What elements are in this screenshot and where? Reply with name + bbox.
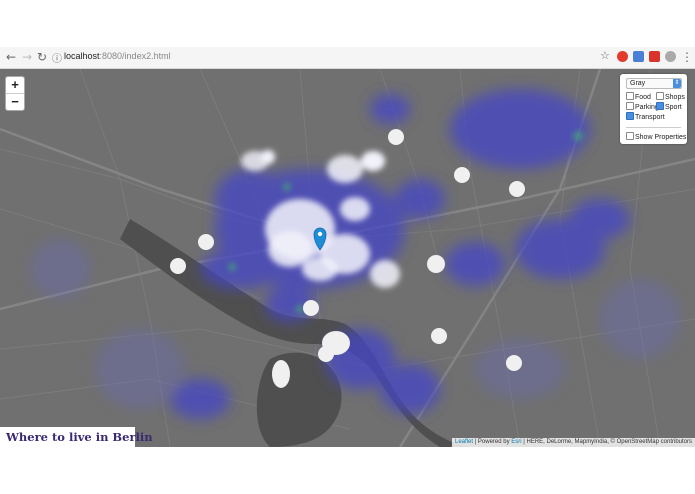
layer-parking[interactable]: Parking bbox=[626, 102, 659, 112]
zoom-out-button[interactable]: − bbox=[6, 93, 24, 110]
basemap-select[interactable]: Gray ⇕ bbox=[626, 78, 682, 89]
address-bar[interactable]: ⓘ localhost:8080/index2.html bbox=[50, 49, 615, 65]
map-canvas[interactable]: + − Gray ⇕ Food Shops Parking Sport Tran… bbox=[0, 69, 695, 447]
layer-food[interactable]: Food bbox=[626, 92, 651, 102]
show-properties-toggle[interactable]: Show Properties bbox=[626, 132, 686, 142]
gear-extension-icon[interactable] bbox=[665, 51, 676, 62]
esri-link[interactable]: Esri bbox=[511, 439, 521, 445]
reload-icon[interactable]: ↻ bbox=[35, 50, 49, 64]
map-svg bbox=[0, 69, 695, 447]
menu-kebab-icon[interactable]: ⋮ bbox=[680, 50, 694, 64]
leaflet-link[interactable]: Leaflet bbox=[455, 439, 473, 445]
layer-shops[interactable]: Shops bbox=[656, 92, 685, 102]
back-icon[interactable]: ← bbox=[4, 50, 18, 64]
food-checkbox[interactable] bbox=[626, 92, 634, 100]
forward-icon[interactable]: → bbox=[20, 50, 34, 64]
select-arrow-icon: ⇕ bbox=[673, 79, 681, 88]
translate-extension-icon[interactable] bbox=[633, 51, 644, 62]
bookmark-star-icon[interactable]: ☆ bbox=[600, 49, 610, 62]
show-properties-checkbox[interactable] bbox=[626, 132, 634, 140]
opera-extension-icon[interactable] bbox=[617, 51, 628, 62]
parking-checkbox[interactable] bbox=[626, 102, 634, 110]
url-text: localhost:8080/index2.html bbox=[64, 51, 171, 61]
info-icon[interactable]: ⓘ bbox=[52, 50, 62, 65]
layer-sport[interactable]: Sport bbox=[656, 102, 682, 112]
transport-checkbox[interactable] bbox=[626, 112, 634, 120]
browser-toolbar: ← → ↻ ⓘ localhost:8080/index2.html ☆ ⋮ bbox=[0, 47, 695, 69]
divider bbox=[626, 127, 681, 128]
layer-control-panel: Gray ⇕ Food Shops Parking Sport Transpor… bbox=[620, 74, 687, 144]
sport-checkbox[interactable] bbox=[656, 102, 664, 110]
red-extension-icon[interactable] bbox=[649, 51, 660, 62]
layer-transport[interactable]: Transport bbox=[626, 112, 665, 122]
map-title-box: Where to live in Berlin bbox=[0, 427, 153, 447]
zoom-control: + − bbox=[5, 76, 25, 111]
map-title: Where to live in Berlin bbox=[6, 430, 153, 444]
map-attribution: Leaflet | Powered by Esri | HERE, DeLorm… bbox=[452, 438, 695, 447]
shops-checkbox[interactable] bbox=[656, 92, 664, 100]
zoom-in-button[interactable]: + bbox=[6, 77, 24, 93]
